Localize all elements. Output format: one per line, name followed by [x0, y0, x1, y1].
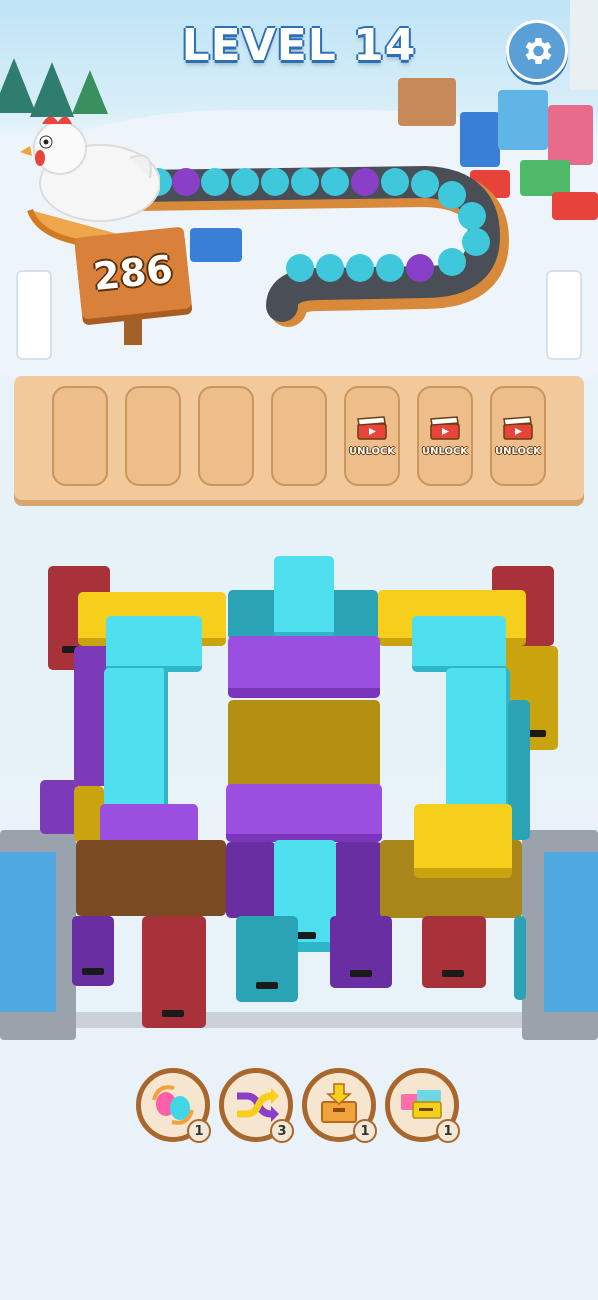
red-block[interactable]: [142, 916, 206, 1028]
powerup-count: 1: [187, 1119, 211, 1143]
teal-block[interactable]: [514, 916, 526, 1000]
puzzle-board: [0, 0, 598, 1300]
powerup-count: 1: [436, 1119, 460, 1143]
cyan-block[interactable]: [412, 616, 506, 672]
cyan-block[interactable]: [106, 616, 202, 672]
teal-block[interactable]: [236, 916, 298, 1002]
cyan-block[interactable]: [104, 668, 168, 808]
purple-block[interactable]: [228, 636, 380, 698]
purple-block[interactable]: [330, 916, 392, 988]
powerup-sort-boxes-button[interactable]: 1: [385, 1068, 460, 1143]
powerup-count: 1: [353, 1119, 377, 1143]
purple-block[interactable]: [226, 784, 382, 842]
powerup-add-box-button[interactable]: 1: [302, 1068, 377, 1143]
purple-block[interactable]: [334, 842, 382, 918]
cyan-block[interactable]: [274, 556, 334, 638]
purple-block[interactable]: [40, 780, 78, 834]
cyan-block[interactable]: [446, 668, 510, 808]
yellow-block[interactable]: [414, 804, 512, 878]
red-block[interactable]: [422, 916, 486, 988]
brown-block[interactable]: [76, 840, 226, 916]
powerup-balloons-button[interactable]: 1: [136, 1068, 211, 1143]
purple-block[interactable]: [226, 842, 276, 918]
purple-block[interactable]: [72, 916, 114, 986]
powerup-shuffle-button[interactable]: 3: [219, 1068, 294, 1143]
powerup-count: 3: [270, 1119, 294, 1143]
yellow-block[interactable]: [228, 700, 380, 790]
